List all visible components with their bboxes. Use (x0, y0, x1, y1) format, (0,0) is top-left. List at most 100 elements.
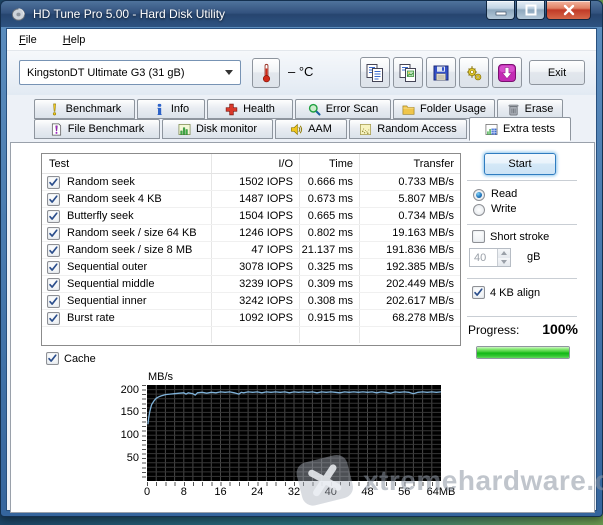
temperature-button[interactable] (252, 58, 280, 88)
test-checkbox[interactable] (47, 193, 60, 206)
copy-image-icon (398, 63, 418, 83)
test-name: Sequential inner (67, 295, 147, 307)
align-checkbox[interactable] (472, 286, 485, 299)
time-value: 0.308 ms (300, 293, 360, 309)
tab-aam[interactable]: AAM (275, 119, 347, 139)
minimize-button[interactable] (486, 1, 515, 20)
io-value: 1092 IOPS (212, 310, 300, 326)
save-button[interactable] (426, 57, 456, 88)
test-name: Burst rate (67, 312, 115, 324)
copy-image-button[interactable] (393, 57, 423, 88)
disk-monitor-icon (178, 123, 191, 136)
test-cell: Random seek / size 8 MB (42, 242, 212, 258)
table-row: Butterfly seek1504 IOPS0.665 ms0.734 MB/… (42, 208, 460, 225)
tab-health[interactable]: Health (207, 99, 293, 119)
capacity-stepper[interactable]: 40 (469, 248, 511, 267)
separator (467, 180, 577, 181)
cache-label: Cache (64, 353, 96, 365)
maximize-icon (524, 3, 538, 17)
tab-file-benchmark[interactable]: File Benchmark (34, 119, 160, 139)
extra-tests-page: TestI/OTimeTransferRandom seek1502 IOPS0… (10, 142, 595, 513)
time-value: 0.673 ms (300, 191, 360, 207)
benchmark-icon (48, 103, 61, 116)
test-checkbox[interactable] (47, 210, 60, 223)
read-radio[interactable] (473, 189, 485, 201)
table-row: Random seek 4 KB1487 IOPS0.673 ms5.807 M… (42, 191, 460, 208)
copy-text-button[interactable] (360, 57, 390, 88)
time-value: 21.137 ms (300, 242, 360, 258)
io-value: 3242 IOPS (212, 293, 300, 309)
toolbar: KingstonDT Ultimate G3 (31 gB) – °C Exit (7, 51, 596, 95)
chart-y-ticks (142, 385, 146, 481)
drive-select[interactable]: KingstonDT Ultimate G3 (31 gB) (19, 60, 241, 85)
io-value: 3239 IOPS (212, 276, 300, 292)
test-checkbox[interactable] (47, 227, 60, 240)
test-checkbox[interactable] (47, 312, 60, 325)
tab-erase[interactable]: Erase (497, 99, 563, 119)
start-button[interactable]: Start (484, 153, 556, 175)
tab-label: File Benchmark (68, 123, 144, 135)
desktop: HD Tune Pro 5.00 - Hard Disk Utility Fil… (0, 0, 603, 525)
tab-extra-tests[interactable]: Extra tests (469, 117, 571, 141)
cache-checkbox[interactable] (46, 352, 59, 365)
transfer-value: 19.163 MB/s (360, 225, 460, 241)
temperature-value: – °C (288, 64, 313, 79)
tab-random-access[interactable]: Random Access (349, 119, 467, 139)
write-label: Write (491, 203, 516, 215)
transfer-value: 68.278 MB/s (360, 310, 460, 326)
options-button[interactable] (459, 57, 489, 88)
folder-usage-icon (402, 103, 415, 116)
test-checkbox[interactable] (47, 278, 60, 291)
table-row: Random seek1502 IOPS0.666 ms0.733 MB/s (42, 174, 460, 191)
save-icon (431, 63, 451, 83)
arrow-down-icon (501, 260, 507, 264)
tab-error-scan[interactable]: Error Scan (295, 99, 391, 119)
test-cell: Burst rate (42, 310, 212, 326)
health-icon (225, 103, 238, 116)
table-filler (42, 327, 460, 343)
separator (467, 316, 577, 317)
tab-disk-monitor[interactable]: Disk monitor (162, 119, 273, 139)
maximize-button[interactable] (516, 1, 545, 20)
tab-label: Extra tests (503, 123, 555, 135)
menu-help[interactable]: Help (63, 34, 86, 46)
test-checkbox[interactable] (47, 176, 60, 189)
random-access-icon (359, 123, 372, 136)
test-checkbox[interactable] (47, 244, 60, 257)
tab-label: Error Scan (326, 103, 379, 115)
short-stroke-checkbox[interactable] (472, 230, 485, 243)
separator (467, 278, 577, 279)
test-checkbox[interactable] (47, 295, 60, 308)
col-time: Time (300, 154, 360, 173)
table-row: Sequential outer3078 IOPS0.325 ms192.385… (42, 259, 460, 276)
aam-icon (290, 123, 303, 136)
minimize-icon (494, 3, 508, 17)
update-button[interactable] (492, 57, 522, 88)
update-icon (497, 63, 517, 83)
tab-benchmark[interactable]: Benchmark (34, 99, 135, 119)
watermark: xtremehardware.com (291, 452, 603, 510)
stepper-arrows[interactable] (497, 249, 510, 266)
write-radio[interactable] (473, 204, 485, 216)
test-checkbox[interactable] (47, 261, 60, 274)
menu-file[interactable]: File (19, 34, 37, 46)
table-row: Random seek / size 64 KB1246 IOPS0.802 m… (42, 225, 460, 242)
tab-label: Disk monitor (196, 123, 257, 135)
y-tick-label: 150 (103, 406, 139, 418)
tab-folder-usage[interactable]: Folder Usage (393, 99, 495, 119)
test-name: Random seek 4 KB (67, 193, 162, 205)
test-name: Sequential middle (67, 278, 154, 290)
close-button[interactable] (546, 1, 591, 20)
io-value: 1502 IOPS (212, 174, 300, 190)
transfer-value: 202.449 MB/s (360, 276, 460, 292)
transfer-value: 202.617 MB/s (360, 293, 460, 309)
test-table: TestI/OTimeTransferRandom seek1502 IOPS0… (41, 153, 461, 346)
tab-label: Random Access (377, 123, 456, 135)
title-bar[interactable]: HD Tune Pro 5.00 - Hard Disk Utility (1, 1, 602, 27)
drive-select-value: KingstonDT Ultimate G3 (31 gB) (27, 67, 185, 79)
time-value: 0.309 ms (300, 276, 360, 292)
col-test: Test (42, 154, 212, 173)
io-value: 1246 IOPS (212, 225, 300, 241)
tab-info[interactable]: Info (137, 99, 205, 119)
exit-button[interactable]: Exit (529, 60, 585, 85)
